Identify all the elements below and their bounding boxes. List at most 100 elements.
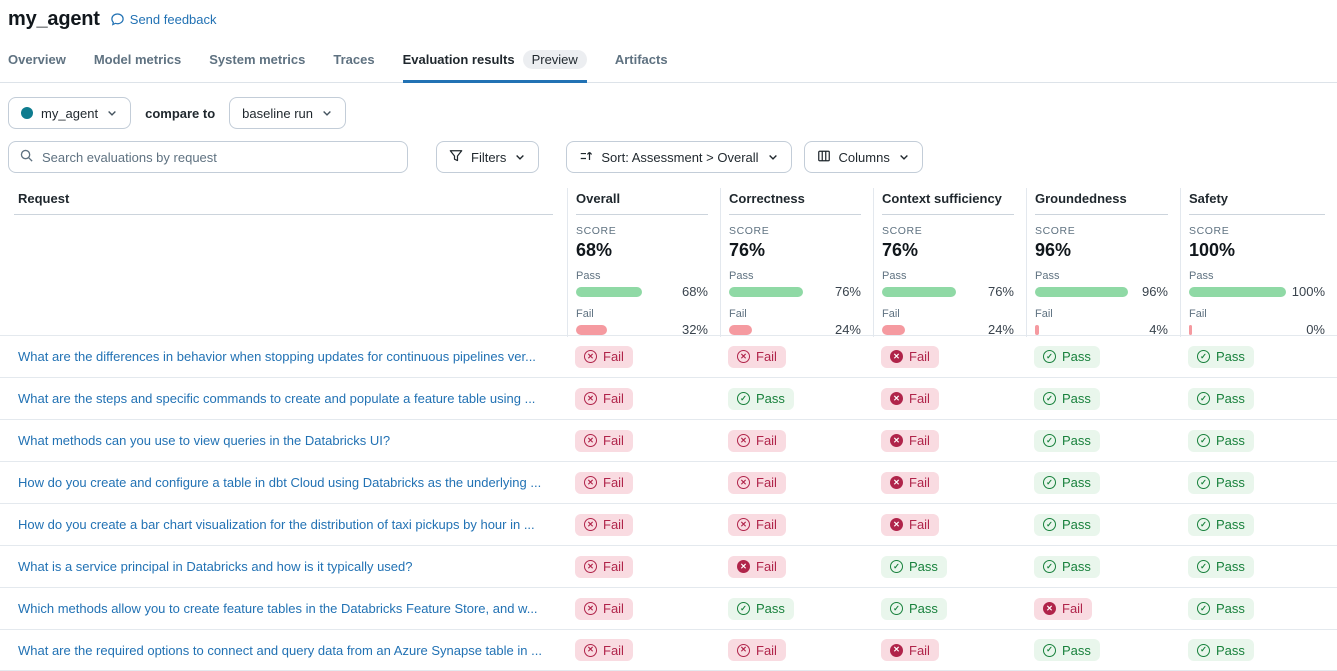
table-row: How do you create and configure a table … — [0, 461, 1337, 503]
baseline-run-label: baseline run — [242, 106, 313, 121]
pass-badge[interactable]: Pass — [881, 598, 947, 620]
fail-badge[interactable]: Fail — [575, 346, 633, 368]
metric-column-header: Groundedness SCORE 96% Pass 96% Fail 4% — [1026, 188, 1180, 337]
fail-percentage: 0% — [1306, 322, 1325, 337]
pass-badge[interactable]: Pass — [1188, 346, 1254, 368]
pass-bar — [1189, 287, 1286, 297]
tab-evaluation-results[interactable]: Evaluation results Preview — [403, 46, 587, 83]
metric-name: Safety — [1189, 188, 1325, 215]
check-circle-icon — [1043, 560, 1056, 573]
fail-badge[interactable]: Fail — [728, 556, 786, 578]
fail-badge[interactable]: Fail — [575, 556, 633, 578]
sort-button[interactable]: Sort: Assessment > Overall — [566, 141, 791, 173]
run-selector-dropdown[interactable]: my_agent — [8, 97, 131, 129]
fail-percentage: 32% — [682, 322, 708, 337]
request-link[interactable]: How do you create a bar chart visualizat… — [18, 517, 535, 532]
fail-badge[interactable]: Fail — [575, 598, 633, 620]
result-cell: Fail — [873, 514, 1026, 536]
filters-button[interactable]: Filters — [436, 141, 539, 173]
check-circle-icon — [737, 392, 750, 405]
result-cell: Pass — [1180, 556, 1337, 578]
tab-artifacts[interactable]: Artifacts — [615, 46, 668, 83]
tab-model-metrics[interactable]: Model metrics — [94, 46, 181, 83]
result-cell: Pass — [1180, 346, 1337, 368]
tab-traces[interactable]: Traces — [333, 46, 374, 83]
pass-badge[interactable]: Pass — [1034, 346, 1100, 368]
fail-badge[interactable]: Fail — [881, 472, 939, 494]
pass-badge[interactable]: Pass — [728, 388, 794, 410]
baseline-run-dropdown[interactable]: baseline run — [229, 97, 346, 129]
fail-badge[interactable]: Fail — [728, 472, 786, 494]
result-label: Pass — [1216, 475, 1245, 490]
fail-badge[interactable]: Fail — [728, 346, 786, 368]
pass-percentage: 96% — [1142, 284, 1168, 299]
filters-label: Filters — [471, 150, 506, 165]
score-caption: SCORE — [882, 225, 1014, 237]
x-circle-icon — [737, 518, 750, 531]
send-feedback-link[interactable]: Send feedback — [110, 12, 217, 27]
x-circle-icon — [584, 392, 597, 405]
pass-bar — [729, 287, 803, 297]
pass-badge[interactable]: Pass — [1188, 514, 1254, 536]
check-circle-icon — [1197, 560, 1210, 573]
pass-badge[interactable]: Pass — [1188, 472, 1254, 494]
result-label: Fail — [909, 349, 930, 364]
fail-badge[interactable]: Fail — [575, 472, 633, 494]
x-circle-icon — [584, 476, 597, 489]
result-label: Pass — [756, 391, 785, 406]
result-cell: Fail — [567, 472, 720, 494]
fail-label: Fail — [729, 308, 861, 320]
result-cell: Pass — [873, 556, 1026, 578]
pass-badge[interactable]: Pass — [1034, 430, 1100, 452]
fail-badge[interactable]: Fail — [881, 388, 939, 410]
score-caption: SCORE — [1189, 225, 1325, 237]
fail-badge[interactable]: Fail — [728, 514, 786, 536]
pass-badge[interactable]: Pass — [1188, 430, 1254, 452]
tab-system-metrics[interactable]: System metrics — [209, 46, 305, 83]
fail-badge[interactable]: Fail — [575, 430, 633, 452]
fail-badge[interactable]: Fail — [881, 514, 939, 536]
columns-button[interactable]: Columns — [804, 141, 923, 173]
check-circle-icon — [737, 602, 750, 615]
pass-badge[interactable]: Pass — [1188, 598, 1254, 620]
pass-badge[interactable]: Pass — [881, 556, 947, 578]
request-link[interactable]: What are the required options to connect… — [18, 643, 542, 658]
sort-label: Sort: Assessment > Overall — [601, 150, 758, 165]
pass-badge[interactable]: Pass — [1188, 556, 1254, 578]
search-box — [8, 141, 408, 173]
request-link[interactable]: What are the differences in behavior whe… — [18, 349, 536, 364]
request-link[interactable]: What methods can you use to view queries… — [18, 433, 390, 448]
fail-badge[interactable]: Fail — [881, 430, 939, 452]
search-input[interactable] — [42, 150, 397, 165]
fail-badge[interactable]: Fail — [728, 430, 786, 452]
result-label: Pass — [1216, 517, 1245, 532]
fail-badge[interactable]: Fail — [881, 346, 939, 368]
result-label: Pass — [1062, 643, 1091, 658]
result-cell: Pass — [873, 598, 1026, 620]
result-label: Fail — [603, 517, 624, 532]
request-link[interactable]: What are the steps and specific commands… — [18, 391, 535, 406]
pass-badge[interactable]: Pass — [1188, 388, 1254, 410]
request-link[interactable]: Which methods allow you to create featur… — [18, 601, 538, 616]
pass-badge[interactable]: Pass — [1034, 388, 1100, 410]
fail-badge[interactable]: Fail — [1034, 598, 1092, 620]
fail-bar — [729, 325, 752, 335]
check-circle-icon — [890, 560, 903, 573]
tab-overview[interactable]: Overview — [8, 46, 66, 83]
result-label: Pass — [909, 559, 938, 574]
request-link[interactable]: What is a service principal in Databrick… — [18, 559, 413, 574]
pass-percentage: 76% — [988, 284, 1014, 299]
pass-badge[interactable]: Pass — [1034, 514, 1100, 536]
result-label: Pass — [1062, 475, 1091, 490]
chevron-down-icon — [898, 151, 910, 163]
result-label: Pass — [1062, 391, 1091, 406]
evaluation-table: Request Overall SCORE 68% Pass 68% Fail … — [0, 188, 1337, 671]
request-link[interactable]: How do you create and configure a table … — [18, 475, 541, 490]
pass-badge[interactable]: Pass — [1034, 556, 1100, 578]
pass-badge[interactable]: Pass — [1034, 472, 1100, 494]
score-value: 96% — [1035, 240, 1168, 261]
pass-badge[interactable]: Pass — [728, 598, 794, 620]
fail-badge[interactable]: Fail — [575, 388, 633, 410]
fail-badge[interactable]: Fail — [575, 514, 633, 536]
result-cell: Pass — [720, 388, 873, 410]
